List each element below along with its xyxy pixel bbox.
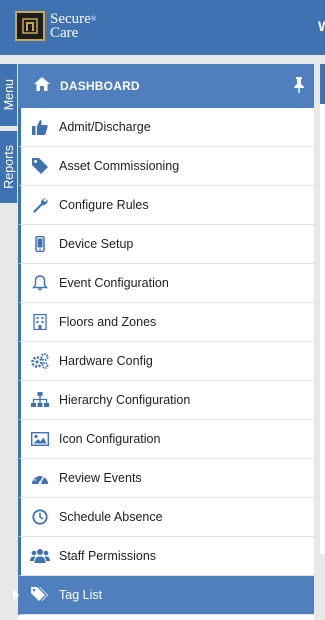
tag-icon [21,158,59,174]
logo-mark-icon [15,11,45,41]
dashboard-panel: DASHBOARD Admit/Discharge Asset Commissi… [13,64,314,620]
menu-item-configure-rules[interactable]: Configure Rules [18,186,314,225]
dashboard-header[interactable]: DASHBOARD [18,64,314,108]
image-icon [21,432,59,446]
dashboard-title: DASHBOARD [60,79,140,93]
menu-item-hierarchy-configuration[interactable]: Hierarchy Configuration [18,381,314,420]
menu-item-admit-discharge[interactable]: Admit/Discharge [18,108,314,147]
home-icon [34,76,50,96]
top-bar: Secure® Care W [0,0,325,55]
menu-item-device-setup[interactable]: Device Setup [18,225,314,264]
dashboard-icon [21,471,59,485]
menu-item-asset-commissioning[interactable]: Asset Commissioning [18,147,314,186]
menu-item-tag-list[interactable]: Tag List [13,576,314,615]
thumbs-up-icon [21,119,59,135]
tab-menu[interactable]: Menu [0,64,17,126]
header-title-fragment: W [318,18,325,34]
menu-item-staff-permissions[interactable]: Staff Permissions [18,537,314,576]
gears-icon [21,353,59,369]
menu-item-hardware-config[interactable]: Hardware Config [18,342,314,381]
building-icon [21,314,59,330]
wrench-icon [21,197,59,213]
sitemap-icon [21,392,59,408]
menu-item-schedule-absence[interactable]: Schedule Absence [18,498,314,537]
clock-icon [21,509,59,525]
logo-text: Secure® Care [50,11,97,41]
logo[interactable]: Secure® Care [15,11,96,41]
pin-icon[interactable] [293,77,305,98]
content-header-edge [320,64,325,104]
content-edge [320,64,325,554]
menu-item-review-events[interactable]: Review Events [18,459,314,498]
tags-icon [21,587,59,603]
active-indicator [13,589,19,601]
users-icon [21,548,59,564]
bell-icon [21,275,59,291]
menu-item-icon-configuration[interactable]: Icon Configuration [18,420,314,459]
menu-item-floors-and-zones[interactable]: Floors and Zones [18,303,314,342]
tab-reports[interactable]: Reports [0,131,17,203]
menu-item-event-configuration[interactable]: Event Configuration [18,264,314,303]
mobile-icon [21,236,59,252]
